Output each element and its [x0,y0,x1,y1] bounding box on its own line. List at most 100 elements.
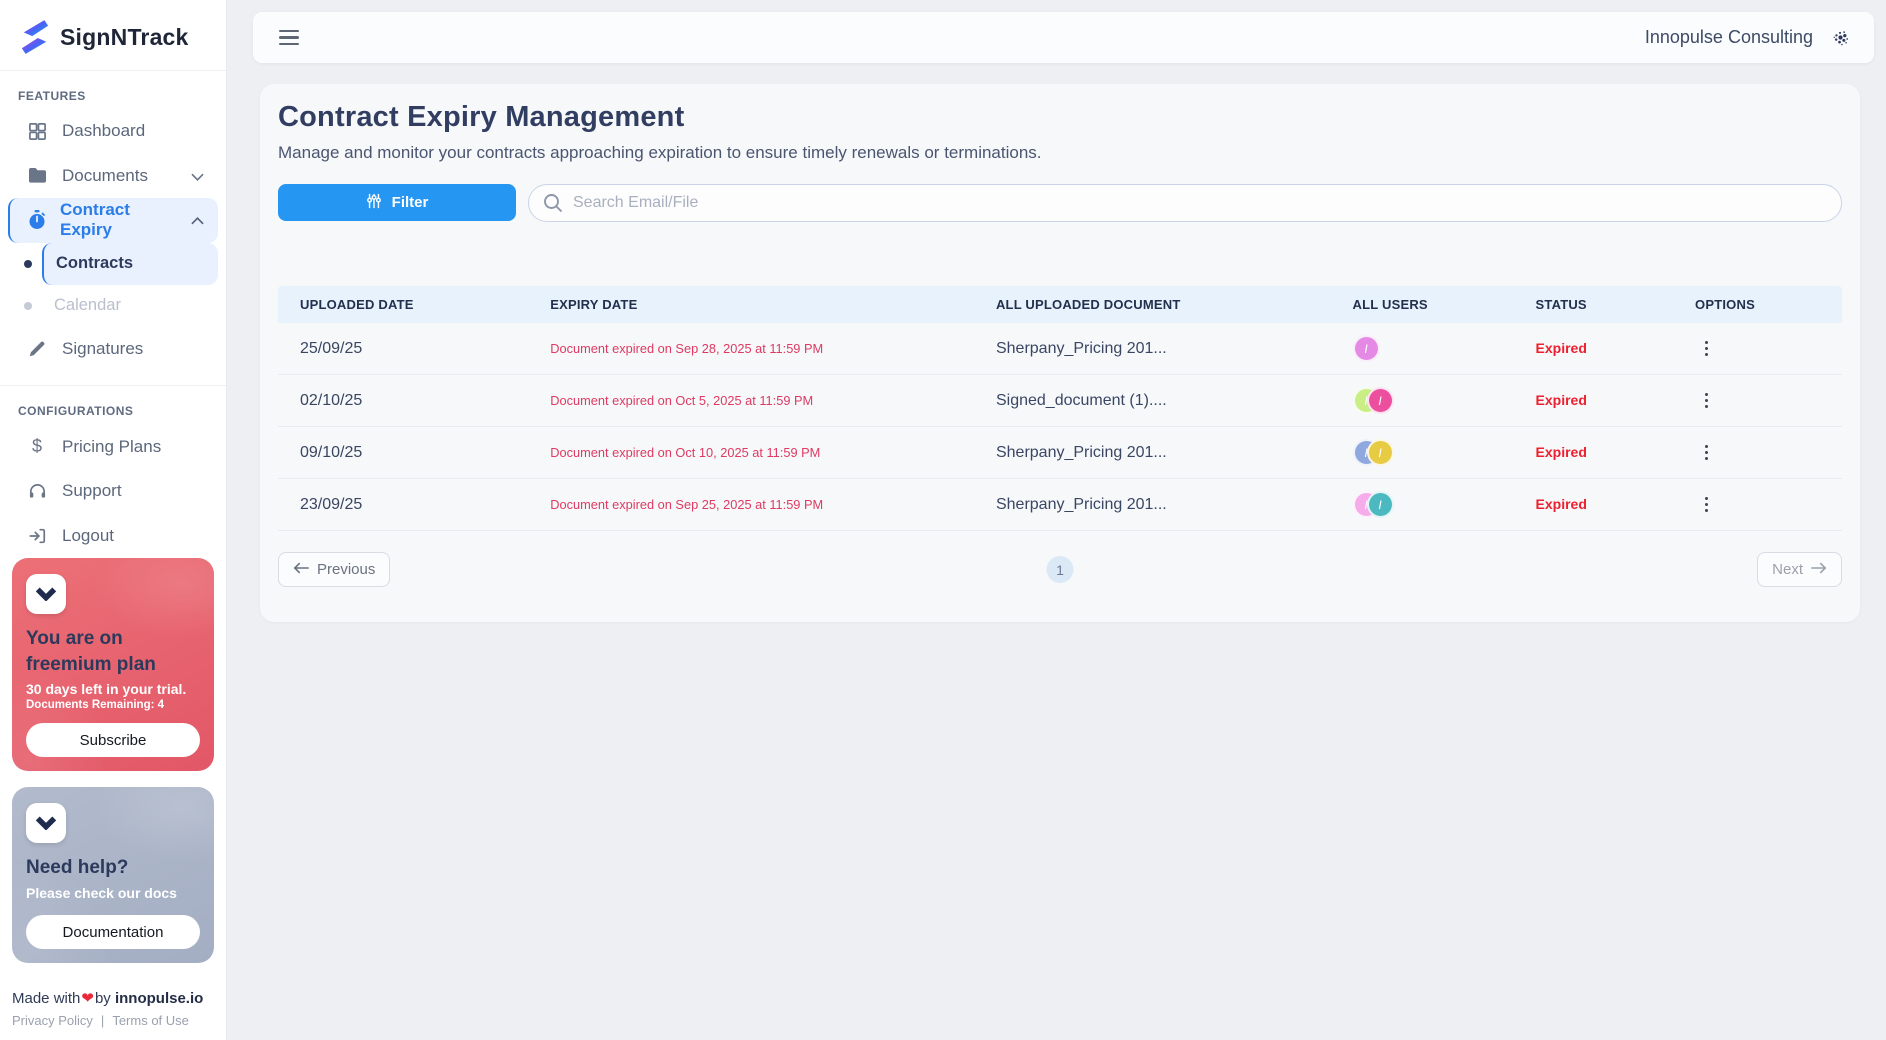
sidebar-item-label: Signatures [62,339,143,359]
made-with-text: Made with [12,990,80,1007]
sidebar-item-documents[interactable]: Documents [8,154,218,199]
page-subtitle: Manage and monitor your contracts approa… [278,143,1842,163]
row-options-button[interactable] [1695,439,1718,466]
col-all-users: ALL USERS [1331,297,1514,312]
brand-s-icon [20,20,50,54]
table-row: 02/10/25 Document expired on Oct 5, 2025… [278,375,1842,427]
dashboard-grid-icon [26,122,48,141]
filter-button-label: Filter [392,194,429,211]
app-name: SignNTrack [60,24,189,51]
uploaded-date-cell: 09/10/25 [278,444,528,462]
uploaded-date-cell: 23/09/25 [278,496,528,514]
topbar: Innopulse Consulting [253,12,1874,63]
options-cell [1673,387,1842,414]
expiry-date-cell: Document expired on Sep 25, 2025 at 11:5… [528,497,974,512]
status-cell: Expired [1514,340,1674,358]
sidebar-item-contract-expiry[interactable]: Contract Expiry [8,198,218,243]
legal-links: Privacy Policy | Terms of Use [12,1013,226,1028]
sidebar-item-pricing-plans[interactable]: $ Pricing Plans [8,424,218,469]
sidebar-item-label: Logout [62,526,114,546]
privacy-policy-link[interactable]: Privacy Policy [12,1013,93,1028]
col-uploaded-date: UPLOADED DATE [278,297,528,312]
menu-toggle-button[interactable] [275,26,303,49]
help-card-icon [26,803,66,843]
user-avatar[interactable]: I [1367,491,1394,518]
sidebar-item-logout[interactable]: Logout [8,513,218,558]
page-title: Contract Expiry Management [278,101,1842,134]
users-cell: I I [1331,439,1514,466]
col-expiry-date: EXPIRY DATE [528,297,974,312]
sidebar-subitem-label: Calendar [54,296,121,315]
company-name: Innopulse Consulting [1645,27,1813,48]
filter-button[interactable]: Filter [278,184,516,221]
plan-card-icon [26,574,66,614]
user-avatar[interactable]: I [1353,335,1380,362]
subscribe-button[interactable]: Subscribe [26,723,200,757]
user-avatar[interactable]: I [1367,439,1394,466]
chevron-down-icon [191,166,204,186]
previous-page-button[interactable]: Previous [278,552,390,587]
status-cell: Expired [1514,444,1674,462]
status-badge: Expired [1536,444,1587,460]
sidebar-item-label: Pricing Plans [62,437,161,457]
table-row: 23/09/25 Document expired on Sep 25, 202… [278,479,1842,531]
filter-sliders-icon [366,193,382,213]
col-status: STATUS [1514,297,1674,312]
legal-separator: | [101,1013,104,1028]
users-cell: I [1331,335,1514,362]
documents-remaining: Documents Remaining: 4 [26,699,200,711]
divider [0,385,226,386]
bullet-icon [24,302,32,310]
sidebar-subitem-calendar[interactable]: Calendar [24,285,218,327]
sidebar-item-signatures[interactable]: Signatures [8,327,218,372]
need-help-card: Need help? Please check our docs Documen… [12,787,214,963]
row-options-button[interactable] [1695,335,1718,362]
app-logo: SignNTrack [0,0,226,70]
headset-icon [26,482,48,501]
options-cell [1673,439,1842,466]
row-options-button[interactable] [1695,387,1718,414]
next-label: Next [1772,561,1803,578]
documentation-button[interactable]: Documentation [26,915,200,949]
folder-icon [26,167,48,184]
status-cell: Expired [1514,496,1674,514]
pagination: Previous 1 Next [278,552,1842,587]
sidebar-item-dashboard[interactable]: Dashboard [8,109,218,154]
content-panel: Contract Expiry Management Manage and mo… [260,84,1860,622]
search-input[interactable] [528,184,1842,222]
trial-days-left: 30 days left in your trial. [26,681,200,697]
options-cell [1673,335,1842,362]
document-name-cell: Sherpany_Pricing 201... [974,444,1331,462]
configurations-section-label: CONFIGURATIONS [18,404,226,418]
divider [0,70,226,71]
features-section-label: FEATURES [18,89,226,103]
col-options: OPTIONS [1673,297,1842,312]
sidebar-footer: Made with❤by innopulse.io Privacy Policy… [0,975,226,1040]
status-badge: Expired [1536,496,1587,512]
innopulse-link[interactable]: innopulse.io [115,990,203,1007]
pen-icon [26,340,48,358]
trial-card-title: You are on freemium plan [26,626,200,677]
user-avatar[interactable]: I [1367,387,1394,414]
options-cell [1673,491,1842,518]
expiry-date-cell: Document expired on Sep 28, 2025 at 11:5… [528,341,974,356]
document-name-cell: Signed_document (1).... [974,392,1331,410]
sidebar-item-support[interactable]: Support [8,469,218,514]
controls-row: Filter [278,184,1842,222]
table-row: 25/09/25 Document expired on Sep 28, 202… [278,323,1842,375]
account-avatar-icon[interactable] [1829,26,1852,49]
document-name-cell: Sherpany_Pricing 201... [974,496,1331,514]
status-badge: Expired [1536,392,1587,408]
help-card-title: Need help? [26,855,200,881]
next-page-button[interactable]: Next [1757,552,1842,587]
sidebar-item-label: Dashboard [62,121,145,141]
row-options-button[interactable] [1695,491,1718,518]
page-number[interactable]: 1 [1047,556,1074,583]
terms-of-use-link[interactable]: Terms of Use [112,1013,189,1028]
table-row: 09/10/25 Document expired on Oct 10, 202… [278,427,1842,479]
expiry-date-cell: Document expired on Oct 10, 2025 at 11:5… [528,445,974,460]
contracts-table: UPLOADED DATE EXPIRY DATE ALL UPLOADED D… [278,286,1842,531]
by-text: by [95,990,111,1007]
sidebar-subitem-contracts[interactable]: Contracts [24,243,218,285]
chevron-up-icon [191,210,204,230]
